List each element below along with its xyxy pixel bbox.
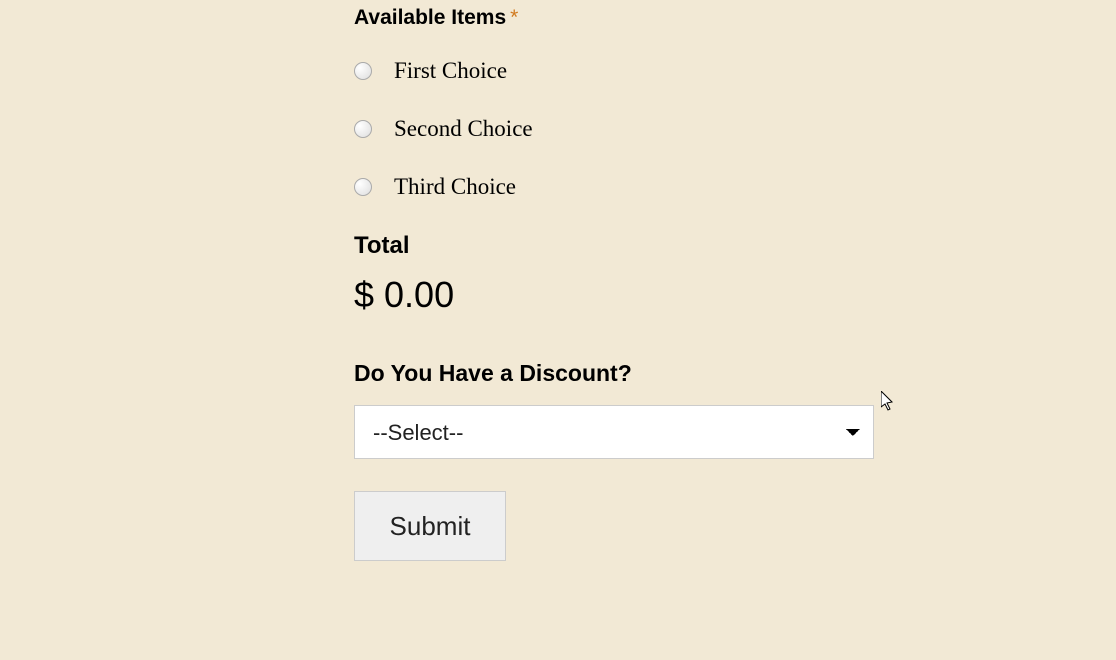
radio-label-third-choice: Third Choice bbox=[394, 174, 516, 200]
required-asterisk: * bbox=[510, 6, 518, 29]
radio-item-third-choice[interactable]: Third Choice bbox=[354, 174, 874, 200]
form-container: Available Items* First Choice Second Cho… bbox=[354, 6, 874, 561]
radio-item-second-choice[interactable]: Second Choice bbox=[354, 116, 874, 142]
radio-label-first-choice: First Choice bbox=[394, 58, 507, 84]
discount-section: Do You Have a Discount? --Select-- bbox=[354, 360, 874, 459]
cursor-icon bbox=[881, 391, 897, 413]
submit-button[interactable]: Submit bbox=[354, 491, 506, 561]
radio-label-second-choice: Second Choice bbox=[394, 116, 533, 142]
total-value: $ 0.00 bbox=[354, 274, 874, 316]
radio-input-second-choice[interactable] bbox=[354, 120, 372, 138]
total-section: Total $ 0.00 bbox=[354, 232, 874, 316]
discount-select[interactable]: --Select-- bbox=[354, 405, 874, 459]
available-items-label: Available Items bbox=[354, 6, 506, 29]
radio-input-third-choice[interactable] bbox=[354, 178, 372, 196]
radio-input-first-choice[interactable] bbox=[354, 62, 372, 80]
radio-item-first-choice[interactable]: First Choice bbox=[354, 58, 874, 84]
discount-label: Do You Have a Discount? bbox=[354, 360, 874, 387]
total-label: Total bbox=[354, 232, 874, 260]
available-items-radio-group: First Choice Second Choice Third Choice bbox=[354, 58, 874, 200]
available-items-field: Available Items* First Choice Second Cho… bbox=[354, 6, 874, 200]
